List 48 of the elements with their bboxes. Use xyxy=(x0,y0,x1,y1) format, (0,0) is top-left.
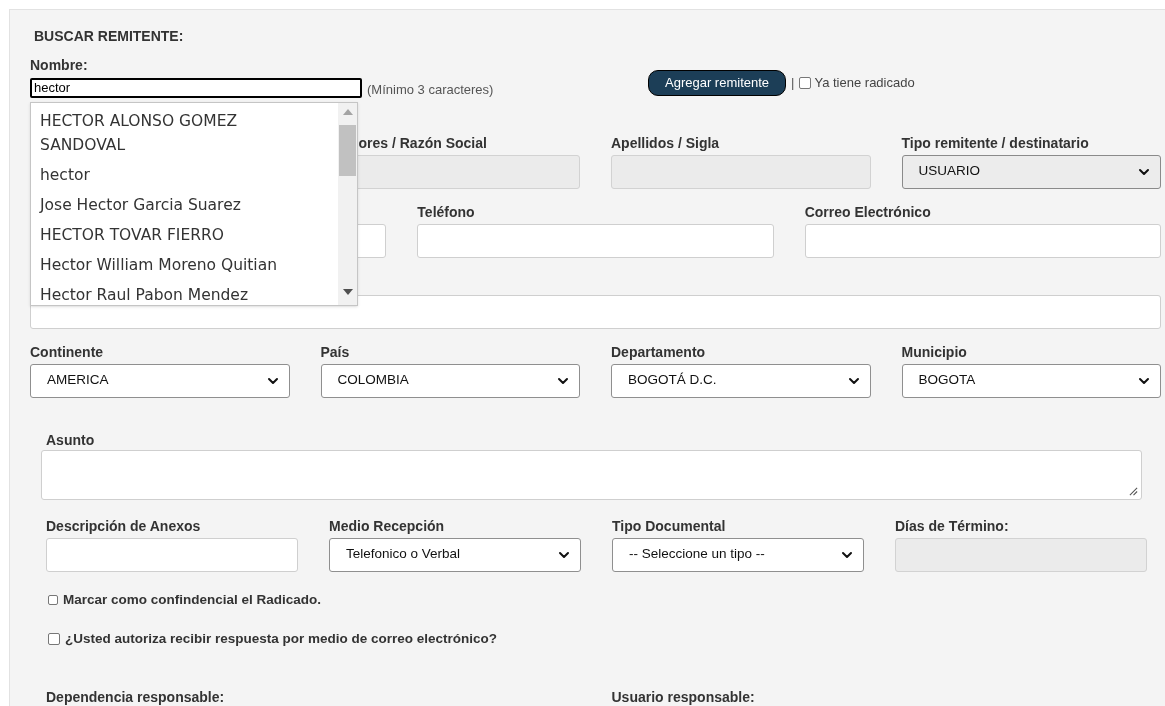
scrollbar-thumb[interactable] xyxy=(339,125,356,176)
scrollbar[interactable] xyxy=(338,103,357,305)
select-field[interactable]: BOGOTÁ D.C. xyxy=(611,363,871,398)
field-label: Tipo remitente / destinatario xyxy=(901,133,1090,153)
field-label: Usuario responsable: xyxy=(611,688,756,706)
checkbox-label: Marcar como confindencial el Radicado. xyxy=(63,590,322,609)
field-label: Continente xyxy=(30,342,105,362)
field-label: Asunto xyxy=(45,430,96,450)
field-label: Descripción de Anexos xyxy=(46,516,202,536)
name-search-field[interactable]: hector xyxy=(30,77,362,98)
field-label: Días de Término: xyxy=(895,516,1010,536)
field-label: Departamento xyxy=(611,342,707,362)
select-field[interactable]: BOGOTA xyxy=(901,363,1161,398)
text-field[interactable] xyxy=(46,537,298,572)
text-field[interactable] xyxy=(417,223,774,258)
field-label: Medio Recepción xyxy=(329,516,446,536)
select-field[interactable]: AMERICA xyxy=(30,363,290,398)
field-label: Nombre: xyxy=(30,56,89,75)
select-field[interactable]: COLOMBIA xyxy=(320,363,580,398)
checkbox[interactable] xyxy=(799,77,812,89)
select-field[interactable]: Telefonico o Verbal xyxy=(329,537,581,572)
section-title: BUSCAR REMITENTE: xyxy=(34,28,184,44)
scroll-up-icon xyxy=(342,109,353,115)
checkbox[interactable] xyxy=(48,594,58,605)
suggestion-item[interactable]: Jose Hector Garcia Suarez xyxy=(40,190,318,220)
field-label: Municipio xyxy=(901,342,968,362)
add-sender-button[interactable]: Agregar remitente xyxy=(648,70,787,96)
field-label: Apellidos / Sigla xyxy=(611,133,721,153)
text-field[interactable] xyxy=(804,223,1161,258)
suggestion-item[interactable]: Hector William Moreno Quitian xyxy=(40,250,318,280)
suggestion-item[interactable]: hector xyxy=(40,160,318,190)
field-label: Tipo Documental xyxy=(612,516,727,536)
field-label: Dependencia responsable: xyxy=(46,688,226,706)
field-label: País xyxy=(320,342,351,362)
field-label: Teléfono xyxy=(417,202,476,222)
field-label: Correo Electrónico xyxy=(804,202,932,222)
select-field[interactable]: USUARIO xyxy=(901,154,1161,189)
suggestion-item[interactable]: Hector Raul Pabon Mendez xyxy=(40,280,318,305)
separator: | xyxy=(791,74,795,93)
resize-handle-icon xyxy=(1129,486,1138,496)
subject-textarea[interactable] xyxy=(41,449,1142,500)
checkbox-label: Ya tiene radicado xyxy=(814,74,915,93)
checkbox-label: ¿Usted autoriza recibir respuesta por medio de correo electrónico? xyxy=(65,629,498,648)
select-field[interactable]: -- Seleccione un tipo -- xyxy=(612,537,864,572)
checkbox[interactable] xyxy=(48,632,60,645)
suggestion-item[interactable]: HECTOR TOVAR FIERRO xyxy=(40,220,318,250)
field-label: ores / Razón Social xyxy=(357,133,488,153)
hint-text: (Mínimo 3 caracteres) xyxy=(367,81,494,99)
